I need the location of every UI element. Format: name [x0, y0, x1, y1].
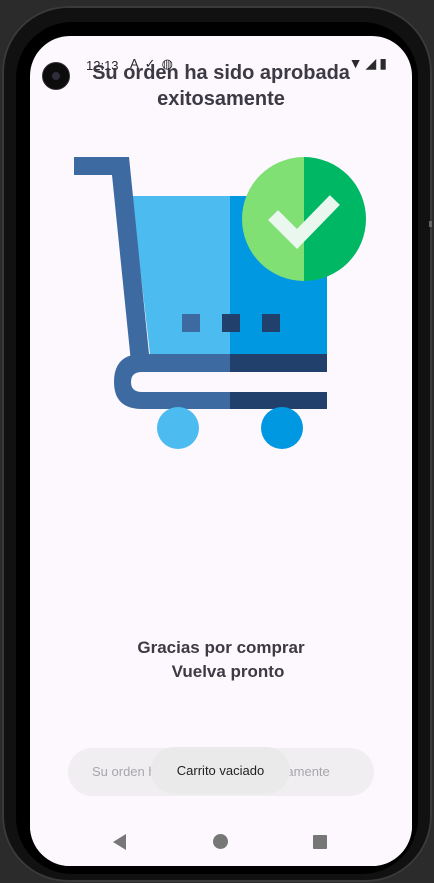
thanks-line-2: Vuelva pronto	[171, 662, 285, 681]
cart-slot-3	[262, 314, 280, 332]
home-icon[interactable]	[213, 834, 228, 849]
shopping-cart-check-icon	[74, 157, 366, 449]
thanks-line-1: Gracias por comprar	[137, 638, 305, 657]
cart-frame-right-top	[230, 354, 327, 372]
cart-slot-1	[182, 314, 200, 332]
navigation-bar	[30, 816, 412, 866]
device-side-button	[429, 221, 432, 227]
order-approved-title: Su orden ha sido aprobada exitosamente	[92, 62, 350, 110]
screen: 12:13 A✓◍ ▼◢▮ Su orden ha sido aprobada …	[30, 36, 412, 866]
cart-frame-right-bottom	[230, 392, 327, 409]
thanks-message: Gracias por comprar Vuelva pronto	[30, 636, 412, 684]
toast-message: Carrito vaciado	[151, 747, 290, 794]
cart-slot-2	[222, 314, 240, 332]
cart-wheel-left	[157, 407, 199, 449]
cart-wheel-right	[261, 407, 303, 449]
cart-basket-left	[132, 196, 230, 354]
back-icon[interactable]	[113, 834, 126, 850]
cart-frame-left	[114, 354, 230, 409]
device-frame: 12:13 A✓◍ ▼◢▮ Su orden ha sido aprobada …	[2, 6, 432, 882]
recents-icon[interactable]	[313, 835, 327, 849]
